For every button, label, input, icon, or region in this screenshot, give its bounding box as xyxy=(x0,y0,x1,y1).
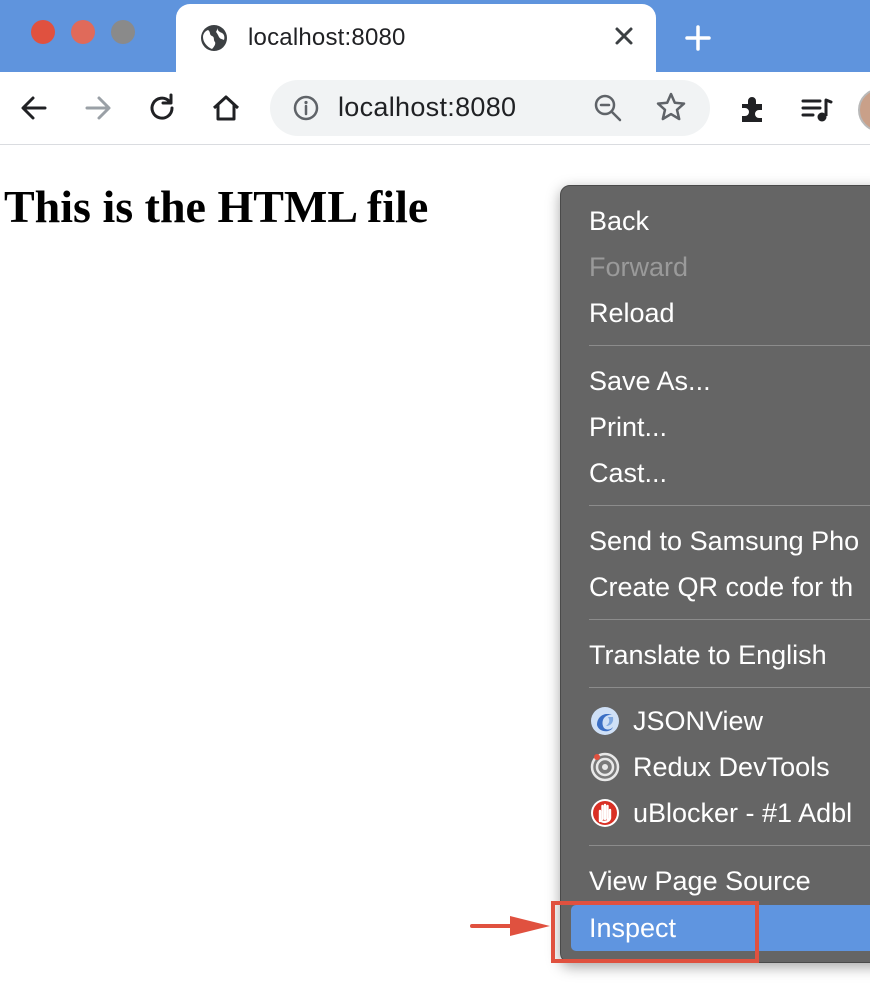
info-icon[interactable] xyxy=(292,94,320,122)
window-maximize-button[interactable] xyxy=(111,20,135,44)
redux-devtools-icon xyxy=(590,752,620,782)
page-heading: This is the HTML file xyxy=(4,181,429,232)
close-tab-icon[interactable] xyxy=(606,18,642,54)
extensions-puzzle-icon[interactable] xyxy=(736,92,770,126)
annotation-arrow-icon xyxy=(470,916,550,936)
tab-title: localhost:8080 xyxy=(248,24,406,51)
menu-separator xyxy=(589,845,870,846)
reload-icon[interactable] xyxy=(144,90,180,126)
menu-separator xyxy=(589,687,870,688)
menu-item-create-qr-code[interactable]: Create QR code for th xyxy=(589,567,853,607)
menu-item-print[interactable]: Print... xyxy=(589,407,667,447)
menu-separator xyxy=(589,619,870,620)
window-minimize-button[interactable] xyxy=(71,20,95,44)
browser-tab[interactable]: localhost:8080 xyxy=(176,4,656,72)
menu-separator xyxy=(589,505,870,506)
back-arrow-icon[interactable] xyxy=(16,90,52,126)
context-menu: Back Forward Reload Save As... Print... … xyxy=(560,185,870,963)
annotation-highlight-box xyxy=(551,901,759,963)
menu-item-jsonview[interactable]: JSONView xyxy=(633,701,763,741)
bookmark-star-icon[interactable] xyxy=(654,90,688,124)
menu-item-back[interactable]: Back xyxy=(589,201,649,241)
media-queue-icon[interactable] xyxy=(800,92,834,126)
window-close-button[interactable] xyxy=(31,20,55,44)
browser-titlebar: localhost:8080 xyxy=(0,0,870,72)
menu-item-forward: Forward xyxy=(589,252,689,282)
profile-avatar[interactable] xyxy=(858,88,870,132)
menu-item-ublocker[interactable]: uBlocker - #1 Adbl xyxy=(633,793,852,833)
menu-item-view-page-source[interactable]: View Page Source xyxy=(589,861,811,901)
address-bar[interactable]: localhost:8080 xyxy=(270,80,710,136)
menu-item-translate[interactable]: Translate to English xyxy=(589,635,827,675)
menu-item-reload[interactable]: Reload xyxy=(589,293,675,333)
home-icon[interactable] xyxy=(208,90,244,126)
url-text[interactable]: localhost:8080 xyxy=(338,92,516,123)
jsonview-icon xyxy=(591,707,619,735)
globe-icon xyxy=(201,25,227,51)
menu-item-send-to-device[interactable]: Send to Samsung Pho xyxy=(589,521,859,561)
forward-arrow-icon[interactable] xyxy=(80,90,116,126)
menu-item-cast[interactable]: Cast... xyxy=(589,453,667,493)
menu-separator xyxy=(589,345,870,346)
zoom-out-icon[interactable] xyxy=(592,92,624,124)
new-tab-icon[interactable] xyxy=(680,20,716,56)
menu-item-save-as[interactable]: Save As... xyxy=(589,361,711,401)
ublocker-icon xyxy=(591,799,619,827)
menu-item-redux-devtools[interactable]: Redux DevTools xyxy=(633,747,830,787)
browser-toolbar: localhost:8080 xyxy=(0,72,870,145)
